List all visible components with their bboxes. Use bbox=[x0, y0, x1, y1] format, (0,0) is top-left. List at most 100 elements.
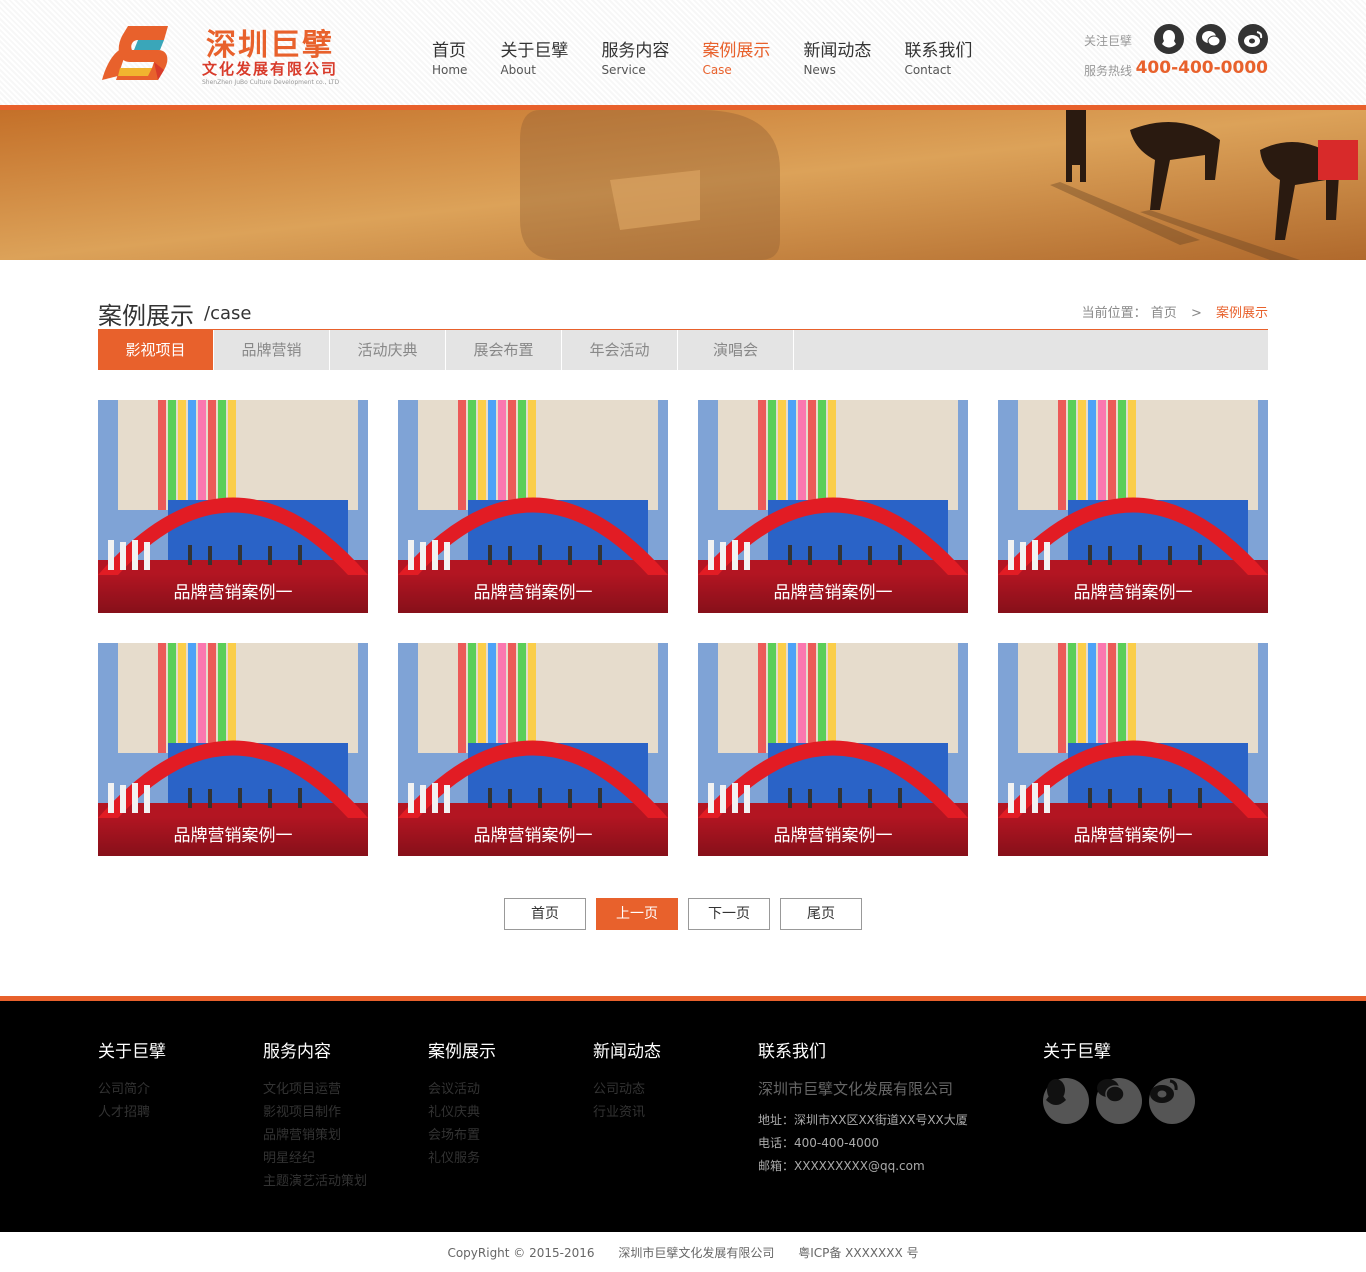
nav-contact[interactable]: 联系我们 Contact bbox=[904, 40, 972, 78]
nav-label-en: Contact bbox=[904, 63, 952, 77]
footer-link[interactable]: 礼仪服务 bbox=[428, 1147, 496, 1170]
case-caption: 品牌营销案例一 bbox=[998, 573, 1268, 613]
footer-link[interactable]: 人才招聘 bbox=[98, 1101, 166, 1124]
footer-contact-column: 联系我们 深圳市巨擘文化发展有限公司 地址：深圳市XX区XX街道XX号XX大厦 … bbox=[758, 1037, 968, 1178]
nav-label-en: About bbox=[500, 63, 536, 77]
nav-news[interactable]: 新闻动态 News bbox=[803, 40, 871, 78]
case-card[interactable]: 品牌营销案例一 bbox=[398, 400, 668, 613]
header-follow: 关注巨擘 服务热线 400-400-0000 bbox=[1078, 22, 1268, 82]
case-caption: 品牌营销案例一 bbox=[98, 573, 368, 613]
breadcrumb-current[interactable]: 案例展示 bbox=[1216, 306, 1268, 321]
weibo-icon[interactable] bbox=[1238, 24, 1268, 54]
icp-number: 粤ICP备 XXXXXXX 号 bbox=[798, 1246, 919, 1260]
banner-illustration bbox=[0, 110, 1366, 260]
case-card[interactable]: 品牌营销案例一 bbox=[998, 400, 1268, 613]
follow-label: 关注巨擘 bbox=[1084, 34, 1133, 48]
nav-service[interactable]: 服务内容 Service bbox=[601, 40, 669, 78]
footer-link[interactable]: 会场布置 bbox=[428, 1124, 496, 1147]
pager-first-button[interactable]: 首页 bbox=[504, 898, 586, 930]
page-subtitle: /case bbox=[204, 303, 252, 324]
nav-label-cn: 关于巨擘 bbox=[500, 41, 569, 61]
case-card[interactable]: 品牌营销案例一 bbox=[698, 400, 968, 613]
nav-home[interactable]: 首页 Home bbox=[432, 40, 467, 78]
breadcrumb-home[interactable]: 首页 bbox=[1151, 306, 1177, 321]
footer-heading: 联系我们 bbox=[758, 1042, 826, 1062]
nav-label-cn: 服务内容 bbox=[601, 41, 670, 61]
pager-last-button[interactable]: 尾页 bbox=[780, 898, 862, 930]
nav-label-cn: 联系我们 bbox=[904, 41, 973, 61]
hero-banner bbox=[0, 110, 1366, 260]
pager-prev-button[interactable]: 上一页 bbox=[596, 898, 678, 930]
footer-heading: 新闻动态 bbox=[593, 1042, 661, 1062]
footer-cases-column: 案例展示 会议活动 礼仪庆典 会场布置 礼仪服务 bbox=[428, 1037, 496, 1170]
nav-label-en: News bbox=[803, 63, 836, 77]
footer-link[interactable]: 公司动态 bbox=[593, 1078, 661, 1101]
footer-heading: 案例展示 bbox=[428, 1042, 496, 1062]
footer-address: 地址：深圳市XX区XX街道XX号XX大厦 bbox=[758, 1113, 968, 1127]
case-card[interactable]: 品牌营销案例一 bbox=[98, 400, 368, 613]
main-nav: 首页 Home 关于巨擘 About 服务内容 Service 案例展示 Cas… bbox=[432, 40, 1005, 78]
main-content: 案例展示 /case 当前位置： 首页 > 案例展示 影视项目 品牌营销 活动庆… bbox=[98, 260, 1268, 930]
footer-about-column: 关于巨擘 公司简介 人才招聘 bbox=[98, 1037, 166, 1124]
nav-label-en: Service bbox=[601, 63, 646, 77]
tab-exhibitions[interactable]: 展会布置 bbox=[446, 330, 562, 370]
case-caption: 品牌营销案例一 bbox=[998, 816, 1268, 856]
case-card[interactable]: 品牌营销案例一 bbox=[398, 643, 668, 856]
footer-link[interactable]: 行业资讯 bbox=[593, 1101, 661, 1124]
page-title: 案例展示 bbox=[98, 302, 194, 330]
tab-brand-marketing[interactable]: 品牌营销 bbox=[214, 330, 330, 370]
case-card[interactable]: 品牌营销案例一 bbox=[698, 643, 968, 856]
copyright-bar: CopyRight © 2015-2016 深圳市巨擘文化发展有限公司 粤ICP… bbox=[0, 1244, 1366, 1261]
logo-english: ShenZhen JuBo Culture Development co., L… bbox=[202, 79, 340, 86]
case-caption: 品牌营销案例一 bbox=[98, 816, 368, 856]
pager-next-button[interactable]: 下一页 bbox=[688, 898, 770, 930]
footer-email: 邮箱：XXXXXXXXX@qq.com bbox=[758, 1159, 925, 1173]
case-category-tabs: 影视项目 品牌营销 活动庆典 展会布置 年会活动 演唱会 bbox=[98, 330, 1268, 370]
footer-link[interactable]: 影视项目制作 bbox=[263, 1101, 367, 1124]
footer-heading: 服务内容 bbox=[263, 1042, 331, 1062]
case-grid: 品牌营销案例一 品牌营销案例一 品牌营销案例一 品牌营销案例一 品牌营销案例一 品牌营销案… bbox=[98, 400, 1268, 886]
hotline-number: 400-400-0000 bbox=[1135, 58, 1268, 78]
footer-link[interactable]: 明星经纪 bbox=[263, 1147, 367, 1170]
nav-about[interactable]: 关于巨擘 About bbox=[500, 40, 568, 78]
tab-annual-events[interactable]: 年会活动 bbox=[562, 330, 678, 370]
company-logo[interactable]: 深圳巨擘 文化发展有限公司 ShenZhen JuBo Culture Deve… bbox=[98, 18, 358, 90]
breadcrumb-label: 当前位置： bbox=[1081, 306, 1147, 321]
footer-link[interactable]: 会议活动 bbox=[428, 1078, 496, 1101]
nav-label-cn: 首页 bbox=[432, 41, 466, 61]
logo-subtitle: 文化发展有限公司 bbox=[202, 60, 339, 78]
case-caption: 品牌营销案例一 bbox=[698, 573, 968, 613]
footer-service-column: 服务内容 文化项目运营 影视项目制作 品牌营销策划 明星经纪 主题演艺活动策划 bbox=[263, 1037, 367, 1193]
wechat-icon[interactable] bbox=[1096, 1078, 1142, 1124]
footer-link[interactable]: 文化项目运营 bbox=[263, 1078, 367, 1101]
footer-company-name: 深圳市巨擘文化发展有限公司 bbox=[758, 1080, 954, 1098]
footer-link[interactable]: 主题演艺活动策划 bbox=[263, 1170, 367, 1193]
footer-social-icons bbox=[1043, 1078, 1202, 1124]
hotline-label: 服务热线 bbox=[1084, 64, 1133, 78]
footer-heading: 关于巨擘 bbox=[98, 1042, 166, 1062]
wechat-icon[interactable] bbox=[1196, 24, 1226, 54]
case-card[interactable]: 品牌营销案例一 bbox=[998, 643, 1268, 856]
qq-icon[interactable] bbox=[1043, 1078, 1089, 1124]
nav-case[interactable]: 案例展示 Case bbox=[702, 40, 770, 78]
breadcrumb: 当前位置： 首页 > 案例展示 bbox=[1082, 302, 1268, 321]
breadcrumb-separator: > bbox=[1190, 306, 1202, 321]
pagination: 首页 上一页 下一页 尾页 bbox=[98, 898, 1268, 930]
tab-film-projects[interactable]: 影视项目 bbox=[98, 330, 214, 370]
footer-heading: 关于巨擘 bbox=[1043, 1042, 1111, 1062]
footer-link[interactable]: 品牌营销策划 bbox=[263, 1124, 367, 1147]
footer-link[interactable]: 公司简介 bbox=[98, 1078, 166, 1101]
site-header: 深圳巨擘 文化发展有限公司 ShenZhen JuBo Culture Deve… bbox=[0, 0, 1366, 110]
footer-link[interactable]: 礼仪庆典 bbox=[428, 1101, 496, 1124]
nav-label-en: Case bbox=[702, 63, 732, 77]
tab-celebrations[interactable]: 活动庆典 bbox=[330, 330, 446, 370]
logo-mark-icon bbox=[102, 26, 168, 80]
footer-follow-column: 关于巨擘 bbox=[1043, 1037, 1202, 1124]
qq-icon[interactable] bbox=[1154, 24, 1184, 54]
weibo-icon[interactable] bbox=[1149, 1078, 1195, 1124]
case-caption: 品牌营销案例一 bbox=[398, 816, 668, 856]
case-caption: 品牌营销案例一 bbox=[698, 816, 968, 856]
tab-concerts[interactable]: 演唱会 bbox=[678, 330, 794, 370]
copyright-text: CopyRight © 2015-2016 bbox=[447, 1246, 595, 1260]
case-card[interactable]: 品牌营销案例一 bbox=[98, 643, 368, 856]
